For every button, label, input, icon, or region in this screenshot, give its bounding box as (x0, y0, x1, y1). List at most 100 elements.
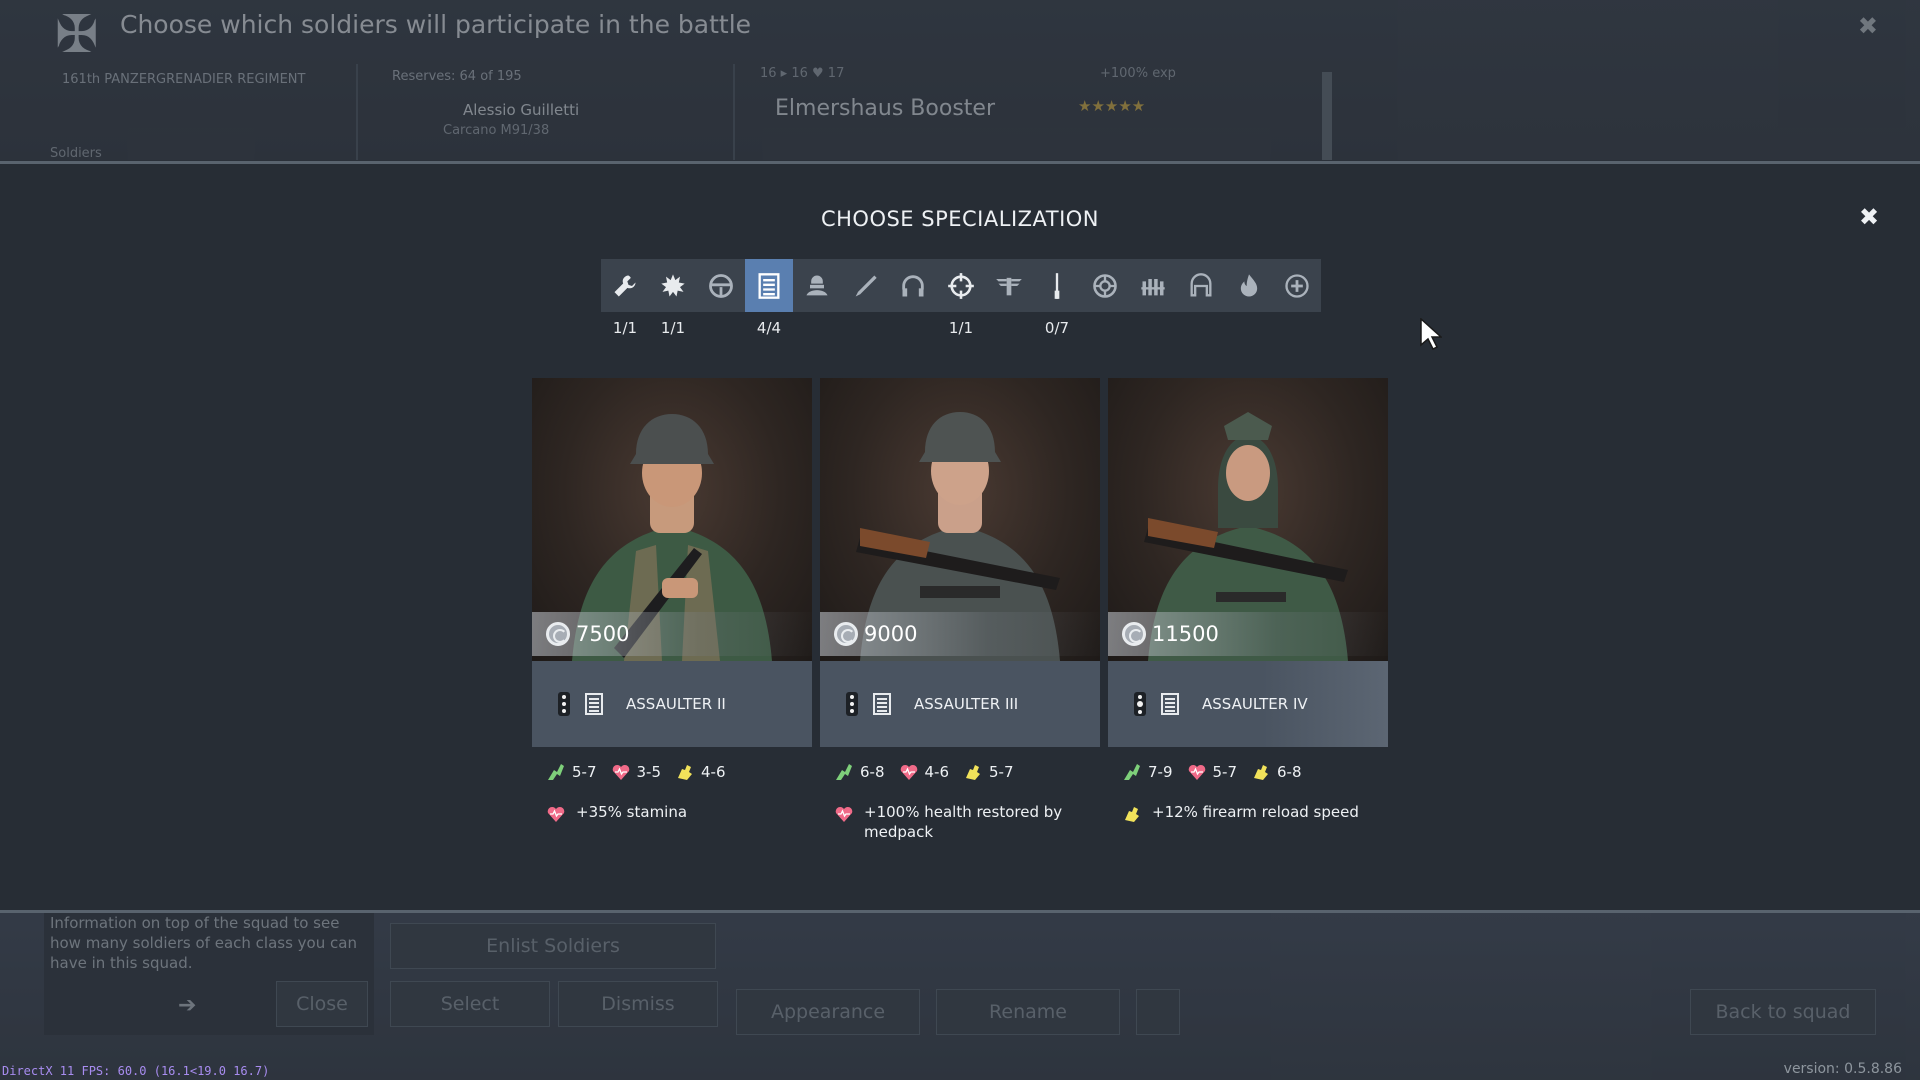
assaulter-list-icon (585, 693, 603, 715)
strength-value: 6-8 (1277, 763, 1302, 781)
silver-coin-icon (546, 622, 570, 646)
agility-icon (548, 764, 564, 780)
specialization-card-assaulter-ii[interactable]: 7500 ASSAULTER II (532, 378, 812, 747)
agility-value: 6-8 (860, 763, 885, 781)
perk-text: +35% stamina (576, 803, 688, 821)
card-footer: ASSAULTER II (532, 661, 812, 747)
background-header: ✠ Choose which soldiers will participate… (0, 0, 1920, 161)
tab-sapper[interactable] (841, 259, 889, 312)
assaulter-list-icon (1161, 693, 1179, 715)
pilot-wings-icon (996, 277, 1022, 295)
specialization-card-assaulter-iii[interactable]: 9000 ASSAULTER III (820, 378, 1100, 747)
card-stats: 6-8 4-6 5-7 (834, 762, 1028, 782)
explosion-icon (661, 273, 685, 296)
reserves-label: Reserves: 64 of 195 (392, 69, 522, 84)
tab-machine-gunner[interactable] (1129, 259, 1177, 312)
specialization-tabs (601, 259, 1321, 312)
specialization-card-assaulter-iv[interactable]: 11500 ASSAULTER IV (1108, 378, 1388, 747)
price-bar: 9000 (820, 612, 1100, 656)
tab-counts: 1/1 1/1 4/4 1/1 0/7 (601, 319, 1321, 339)
tab-count: 1/1 (660, 319, 686, 337)
rank-icon (1134, 692, 1146, 716)
flame-icon (1240, 273, 1258, 296)
back-to-squad-button: Back to squad (1690, 989, 1876, 1035)
specialization-modal: CHOOSE SPECIALIZATION ✖ 1/1 1/1 4/4 1/1 … (0, 161, 1920, 913)
class-name: ASSAULTER IV (1202, 695, 1308, 713)
tab-flamethrower[interactable] (1225, 259, 1273, 312)
agility-value: 7-9 (1148, 763, 1173, 781)
fps-counter: DirectX 11 FPS: 60.0 (16.1<19.0 16.7) (2, 1064, 270, 1078)
tab-engineer[interactable] (601, 259, 649, 312)
regiment-label: 161th PANZERGRENADIER REGIMENT (62, 72, 306, 87)
strength-icon (1254, 765, 1268, 780)
strength-icon (1125, 807, 1139, 822)
close-icon[interactable]: ✖ (1858, 205, 1880, 229)
health-icon (835, 806, 853, 822)
rifleman-icon (1054, 272, 1060, 299)
agility-stat: 7-9 (1122, 762, 1173, 782)
trooper-icon (806, 275, 828, 295)
ammo-belt-icon (1141, 278, 1165, 295)
tab-count: 1/1 (612, 319, 638, 337)
arrow-right-icon: ➔ (178, 993, 197, 1018)
health-value: 4-6 (924, 763, 950, 781)
health-value: 3-5 (636, 763, 662, 781)
health-icon (612, 764, 629, 780)
agility-stat: 5-7 (546, 762, 597, 782)
soldier-name: Alessio Guilletti (463, 101, 580, 119)
tab-explosives[interactable] (649, 259, 697, 312)
assaulter-list-icon (758, 272, 780, 299)
health-icon (900, 764, 917, 780)
strength-icon (678, 765, 692, 780)
class-name: ASSAULTER II (626, 695, 726, 713)
tab-radioman[interactable] (889, 259, 937, 312)
tab-sniper[interactable] (937, 259, 985, 312)
tab-count: 1/1 (948, 319, 974, 337)
parachute-icon (1190, 272, 1212, 296)
soldiers-label: Soldiers (50, 146, 102, 161)
strength-stat: 6-8 (1251, 762, 1302, 782)
radio-headset-icon (902, 274, 924, 296)
flag-pole (1322, 72, 1332, 160)
mouse-cursor-icon (1420, 318, 1442, 350)
agility-value: 5-7 (572, 763, 597, 781)
appearance-button: Appearance (736, 989, 920, 1035)
tab-medic[interactable] (1273, 259, 1321, 312)
select-button: Select (390, 981, 550, 1027)
agility-icon (836, 764, 852, 780)
perk-text: +12% firearm reload speed (1152, 803, 1359, 821)
enlist-soldiers-button: Enlist Soldiers (390, 923, 716, 969)
health-stat: 3-5 (611, 762, 662, 782)
card-perk: +100% health restored by medpack (834, 802, 1064, 842)
more-button (1136, 989, 1180, 1035)
health-icon (1188, 764, 1205, 780)
rank-icon (558, 692, 570, 716)
strength-stat: 5-7 (963, 762, 1014, 782)
health-stat: 5-7 (1187, 762, 1237, 782)
card-footer: ASSAULTER IV (1108, 661, 1388, 747)
health-stat: 4-6 (899, 762, 950, 782)
tab-count: 0/7 (1044, 319, 1070, 337)
divider (733, 64, 735, 160)
tab-driver[interactable] (697, 259, 745, 312)
card-stats: 7-9 5-7 6-8 (1122, 762, 1316, 782)
health-icon (547, 806, 565, 822)
tanker-wheel-icon (1093, 273, 1117, 298)
agility-stat: 6-8 (834, 762, 885, 782)
soldier-weapon: Carcano M91/38 (443, 123, 550, 138)
background-title: Choose which soldiers will participate i… (120, 10, 752, 39)
version-label: version: 0.5.8.86 (1783, 1061, 1902, 1077)
rank-icon (846, 692, 858, 716)
strength-icon (966, 765, 980, 780)
price-bar: 7500 (532, 612, 812, 656)
tab-paratrooper[interactable] (1177, 259, 1225, 312)
hint-text: Information on top of the squad to see h… (50, 914, 357, 972)
strength-value: 5-7 (989, 763, 1014, 781)
tab-tanker[interactable] (1081, 259, 1129, 312)
tab-trooper[interactable] (793, 259, 841, 312)
agility-icon (1124, 764, 1140, 780)
tab-pilot[interactable] (985, 259, 1033, 312)
tab-rifleman[interactable] (1033, 259, 1081, 312)
modal-title: CHOOSE SPECIALIZATION (820, 207, 1100, 231)
tab-assaulter[interactable] (745, 259, 793, 312)
